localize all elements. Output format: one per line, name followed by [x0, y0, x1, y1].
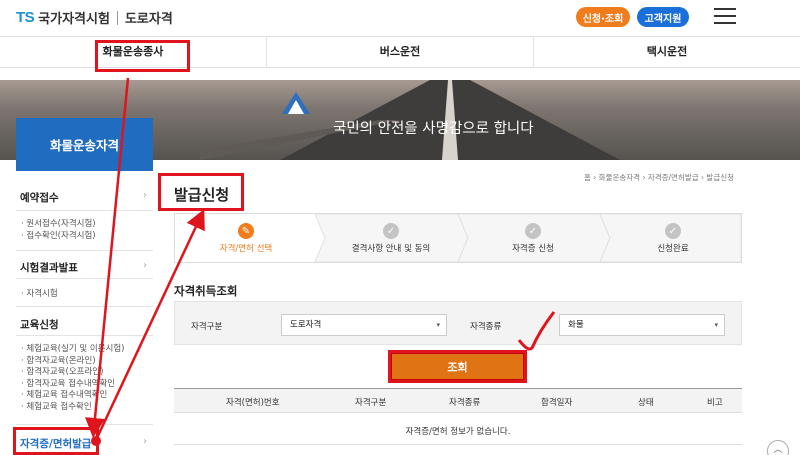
- divider: [16, 335, 153, 336]
- annotation-box: [388, 350, 527, 383]
- apply-inquiry-button[interactable]: 신청·조회: [576, 7, 630, 27]
- progress-steps: ✎ 자격/면허 선택 ✓ 결격사항 안내 및 동의 ✓ 자격증 신청 ✓ 신청완…: [174, 213, 742, 263]
- divider: [16, 278, 153, 279]
- logo-triangle-icon: [282, 92, 310, 114]
- section-title: 자격취득조회: [174, 284, 238, 298]
- annotation-box: [158, 173, 244, 211]
- tab-bus[interactable]: 버스운전: [266, 37, 533, 67]
- step-4: ✓ 신청완료: [603, 214, 743, 262]
- check-icon: ✓: [525, 223, 541, 239]
- table-body: 자격증/면허 정보가 없습니다.: [174, 413, 742, 445]
- caret-down-icon: ▾: [714, 321, 718, 329]
- sidebar-subitem[interactable]: · 자격시험: [21, 289, 58, 299]
- logo-name: 국가자격시험: [38, 12, 110, 27]
- divider: [16, 250, 153, 251]
- scroll-top-icon[interactable]: ︿: [767, 440, 789, 455]
- logo-mark: TS: [16, 9, 35, 26]
- tab-taxi[interactable]: 택시운전: [533, 37, 800, 67]
- column-header: 비고: [707, 398, 723, 408]
- customer-support-button[interactable]: 고객지원: [637, 7, 689, 27]
- empty-message: 자격증/면허 정보가 없습니다.: [405, 427, 511, 437]
- sidebar-item-education[interactable]: 교육신청: [20, 317, 59, 332]
- logo-divider: [116, 10, 118, 25]
- step-2: ✓ 결격사항 안내 및 동의: [320, 214, 462, 262]
- column-header: 자격구분: [355, 398, 387, 408]
- chevron-right-icon: ›: [143, 190, 147, 201]
- column-header: 자격(면허)번호: [226, 398, 280, 408]
- check-icon: ✓: [383, 223, 399, 239]
- logo-subtitle: 도로자격: [124, 12, 173, 27]
- check-icon: ✓: [665, 223, 681, 239]
- chevron-right-icon: ›: [143, 260, 147, 271]
- step-1: ✎ 자격/면허 선택: [175, 214, 317, 262]
- breadcrumb: 홈 › 화물운송자격 › 자격증/면허발급 › 발급신청: [584, 173, 735, 182]
- sidebar-subitem[interactable]: · 합격자교육(오프라인): [21, 367, 103, 377]
- pencil-icon: ✎: [238, 223, 254, 239]
- sidebar-subitem[interactable]: · 체험교육(실기 및 이론시험): [21, 344, 124, 354]
- search-form: 자격구분 도로자격 ▾ 자격종류 화물 ▾: [174, 301, 742, 345]
- sidebar-subitem[interactable]: · 체험교육 접수확인: [21, 402, 92, 412]
- menu-icon[interactable]: [714, 8, 736, 24]
- column-header: 합격일자: [541, 398, 573, 408]
- sidebar-subitem[interactable]: · 원서접수(자격시험): [21, 219, 96, 229]
- result-table: 자격(면허)번호 자격구분 자격종류 합격일자 상태 비고 자격증/면허 정보가…: [174, 388, 742, 445]
- step-3: ✓ 자격증 신청: [462, 214, 604, 262]
- divider: [16, 210, 153, 211]
- site-logo[interactable]: TS 국가자격시험 도로자격: [16, 8, 173, 27]
- category-select[interactable]: 도로자격 ▾: [281, 314, 447, 336]
- category-label: 자격구분: [191, 322, 223, 332]
- annotation-box: [95, 40, 190, 72]
- sidebar-item-results[interactable]: 시험결과발표: [20, 260, 78, 275]
- divider: [16, 306, 153, 307]
- divider: [16, 424, 153, 425]
- site-header: TS 국가자격시험 도로자격 신청·조회 고객지원: [0, 0, 800, 34]
- sidebar-title: 화물운송자격: [16, 118, 153, 171]
- type-select[interactable]: 화물 ▾: [559, 314, 725, 336]
- sidebar-subitem[interactable]: · 합격자교육 접수내역확인: [21, 379, 115, 389]
- column-header: 상태: [638, 398, 654, 408]
- sidebar-subitem[interactable]: · 합격자교육(온라인): [21, 356, 96, 366]
- sidebar-subitem[interactable]: · 체험교육 접수내역확인: [21, 390, 107, 400]
- chevron-right-icon: ›: [143, 436, 147, 447]
- annotation-box: [13, 427, 99, 455]
- sidebar-subitem[interactable]: · 접수확인(자격시험): [21, 231, 96, 241]
- caret-down-icon: ▾: [436, 321, 440, 329]
- sidebar-item-reservation[interactable]: 예약접수: [20, 190, 59, 205]
- banner-slogan: 국민의 안전을 사명감으로 합니다: [333, 121, 534, 137]
- type-label: 자격종류: [470, 322, 502, 332]
- column-header: 자격종류: [449, 398, 481, 408]
- table-header: 자격(면허)번호 자격구분 자격종류 합격일자 상태 비고: [174, 388, 742, 413]
